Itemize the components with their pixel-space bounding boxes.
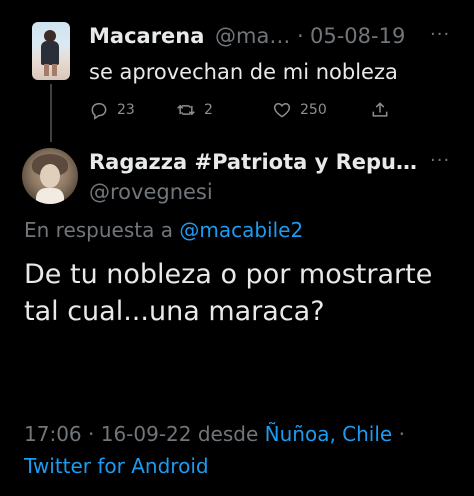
avatar-face — [40, 164, 60, 188]
retweet-count: 2 — [204, 102, 213, 118]
avatar-figure-body — [41, 41, 59, 65]
main-tweet-text: De tu nobleza o por mostrarte tal cual..… — [24, 259, 433, 327]
meta-separator: · — [392, 422, 405, 446]
tweet-metadata: 17:06 · 16-09-22 desde Ñuñoa, Chile · Tw… — [24, 418, 464, 482]
main-handle[interactable]: @rovegnesi — [89, 180, 213, 204]
avatar-collar — [36, 188, 64, 204]
parent-display-name[interactable]: Macarena — [89, 24, 204, 48]
reply-count: 23 — [117, 102, 135, 118]
thread-connector-line — [50, 84, 52, 142]
parent-more-icon[interactable]: ··· — [430, 24, 450, 45]
tweet-date[interactable]: 16-09-22 — [101, 422, 192, 446]
source-link[interactable]: Twitter for Android — [24, 454, 209, 478]
parent-avatar[interactable] — [32, 22, 70, 80]
parent-date[interactable]: 05-08-19 — [310, 24, 405, 48]
reply-mention-link[interactable]: @macabile2 — [179, 218, 303, 242]
avatar-figure-leg — [52, 64, 57, 76]
main-more-icon[interactable]: ··· — [430, 150, 450, 171]
share-button[interactable] — [370, 98, 390, 122]
avatar-figure-leg — [44, 64, 49, 76]
location-prefix: desde — [191, 422, 265, 446]
reply-context: En respuesta a @macabile2 — [24, 218, 303, 242]
like-button[interactable]: 250 — [272, 98, 327, 122]
location-link[interactable]: Ñuñoa, Chile — [265, 422, 393, 446]
reply-prefix: En respuesta a — [24, 218, 180, 242]
main-display-name[interactable]: Ragazza #Patriota y Repu… — [89, 150, 417, 174]
meta-separator: · — [81, 422, 101, 446]
retweet-icon — [177, 104, 195, 116]
main-avatar[interactable] — [22, 148, 78, 204]
heart-icon — [273, 102, 291, 118]
tweet-time[interactable]: 17:06 — [24, 422, 82, 446]
share-icon — [372, 102, 388, 117]
reply-button[interactable]: 23 — [89, 98, 135, 122]
reply-icon — [91, 103, 107, 120]
parent-tweet-text: se aprovechan de mi nobleza — [89, 60, 398, 84]
parent-separator: · — [297, 24, 304, 48]
parent-handle[interactable]: @ma… — [215, 24, 290, 48]
like-count: 250 — [300, 102, 327, 118]
retweet-button[interactable]: 2 — [176, 98, 213, 122]
